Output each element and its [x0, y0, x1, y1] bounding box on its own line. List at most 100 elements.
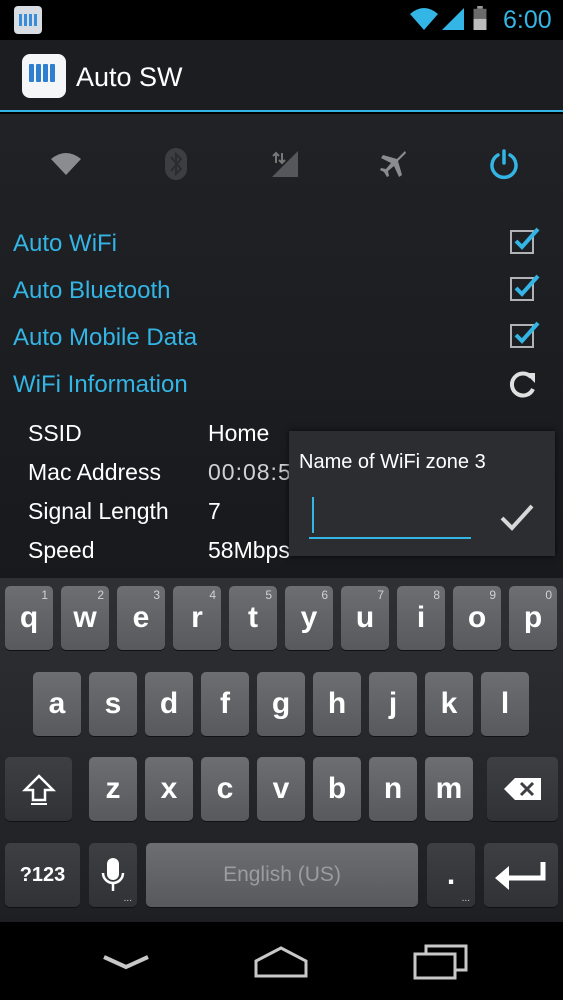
key-label: l — [500, 687, 510, 720]
toggle-bar — [0, 134, 563, 184]
shift-icon — [21, 774, 56, 805]
mac-address-label: Mac Address — [28, 459, 161, 485]
key-label: v — [272, 772, 290, 805]
bluetooth-toggle[interactable] — [156, 144, 196, 184]
auto-wifi-label[interactable]: Auto WiFi — [13, 230, 117, 258]
refresh-icon[interactable] — [507, 369, 539, 399]
key-label: q — [19, 601, 39, 634]
key-label: j — [388, 687, 398, 720]
key-j[interactable]: j — [369, 672, 417, 736]
soft-keyboard: ?123 ... English (US) . ... q1w2e3r4t5y6… — [0, 578, 563, 922]
voice-input-key[interactable]: ... — [89, 843, 137, 907]
key-hint: 9 — [489, 588, 496, 602]
key-b[interactable]: b — [313, 757, 361, 821]
key-t[interactable]: t5 — [229, 586, 277, 650]
ssid-label: SSID — [28, 420, 82, 446]
enter-key[interactable] — [484, 843, 558, 907]
auto-bluetooth-checkbox[interactable] — [510, 273, 540, 301]
key-y[interactable]: y6 — [285, 586, 333, 650]
key-s[interactable]: s — [89, 672, 137, 736]
speed-value: 58Mbps — [208, 537, 290, 563]
ssid-value: Home — [208, 420, 270, 446]
wifi-icon — [51, 153, 81, 175]
key-label: m — [435, 772, 463, 805]
wifi-toggle[interactable] — [46, 144, 86, 184]
key-label: d — [159, 687, 179, 720]
mobile-data-icon — [272, 151, 298, 177]
clock: 6:00 — [503, 6, 552, 34]
key-label: o — [467, 601, 487, 634]
auto-bluetooth-label[interactable]: Auto Bluetooth — [13, 277, 170, 305]
key-hint: 6 — [321, 588, 328, 602]
key-label: c — [216, 772, 234, 805]
key-label: s — [104, 687, 122, 720]
battery-icon — [473, 6, 487, 30]
power-icon — [490, 149, 518, 180]
backspace-key[interactable] — [487, 757, 558, 821]
key-d[interactable]: d — [145, 672, 193, 736]
mobile-data-toggle[interactable] — [265, 144, 305, 184]
home-icon — [254, 946, 308, 978]
key-m[interactable]: m — [425, 757, 473, 821]
key-label: w — [73, 601, 97, 634]
key-r[interactable]: r4 — [173, 586, 221, 650]
key-label: t — [248, 601, 258, 634]
home-button[interactable] — [251, 942, 311, 982]
auto-wifi-checkbox[interactable] — [510, 226, 540, 254]
period-key[interactable]: . ... — [427, 843, 475, 907]
key-l[interactable]: l — [481, 672, 529, 736]
key-hint: 1 — [41, 588, 48, 602]
power-toggle[interactable] — [484, 144, 524, 184]
key-a[interactable]: a — [33, 672, 81, 736]
key-x[interactable]: x — [145, 757, 193, 821]
auto-mobile-data-label[interactable]: Auto Mobile Data — [13, 324, 197, 352]
key-o[interactable]: o9 — [453, 586, 501, 650]
space-key[interactable]: English (US) — [146, 843, 418, 907]
recent-apps-icon — [413, 944, 468, 980]
key-w[interactable]: w2 — [61, 586, 109, 650]
key-h[interactable]: h — [313, 672, 361, 736]
key-i[interactable]: i8 — [397, 586, 445, 650]
shift-key[interactable] — [5, 757, 72, 821]
key-f[interactable]: f — [201, 672, 249, 736]
key-p[interactable]: p0 — [509, 586, 557, 650]
speed-label: Speed — [28, 537, 95, 563]
key-label: u — [355, 601, 375, 634]
key-hint: 0 — [545, 588, 552, 602]
navigation-bar — [0, 922, 563, 1000]
symbols-key[interactable]: ?123 — [5, 843, 80, 907]
key-n[interactable]: n — [369, 757, 417, 821]
key-v[interactable]: v — [257, 757, 305, 821]
key-hint: 2 — [97, 588, 104, 602]
key-g[interactable]: g — [257, 672, 305, 736]
key-hint: 3 — [153, 588, 160, 602]
key-label: e — [132, 601, 150, 634]
key-label: k — [440, 687, 458, 720]
key-label: h — [327, 687, 347, 720]
status-bar: 6:00 — [0, 0, 563, 40]
action-bar: Auto SW — [0, 40, 563, 112]
airplane-toggle[interactable] — [375, 144, 415, 184]
key-label: a — [48, 687, 66, 720]
key-c[interactable]: c — [201, 757, 249, 821]
dialog-title: Name of WiFi zone 3 — [299, 451, 486, 473]
key-z[interactable]: z — [89, 757, 137, 821]
wifi-information-heading: WiFi Information — [13, 371, 188, 398]
key-u[interactable]: u7 — [341, 586, 389, 650]
wifi-zone-name-dialog: Name of WiFi zone 3 — [289, 431, 555, 556]
key-q[interactable]: q1 — [5, 586, 53, 650]
key-label: f — [220, 687, 230, 720]
auto-sw-app-icon[interactable] — [22, 54, 66, 98]
key-k[interactable]: k — [425, 672, 473, 736]
recent-apps-button[interactable] — [410, 942, 470, 982]
key-hint: 7 — [377, 588, 384, 602]
period-label: . — [446, 858, 456, 891]
auto-mobile-data-checkbox[interactable] — [510, 320, 540, 348]
signal-length-label: Signal Length — [28, 498, 169, 524]
mac-address-value: 00:08:5 — [208, 459, 292, 485]
zone-name-input[interactable] — [309, 491, 471, 539]
key-e[interactable]: e3 — [117, 586, 165, 650]
back-button[interactable] — [96, 942, 156, 982]
key-label: b — [327, 772, 347, 805]
confirm-check-icon[interactable] — [499, 499, 535, 535]
